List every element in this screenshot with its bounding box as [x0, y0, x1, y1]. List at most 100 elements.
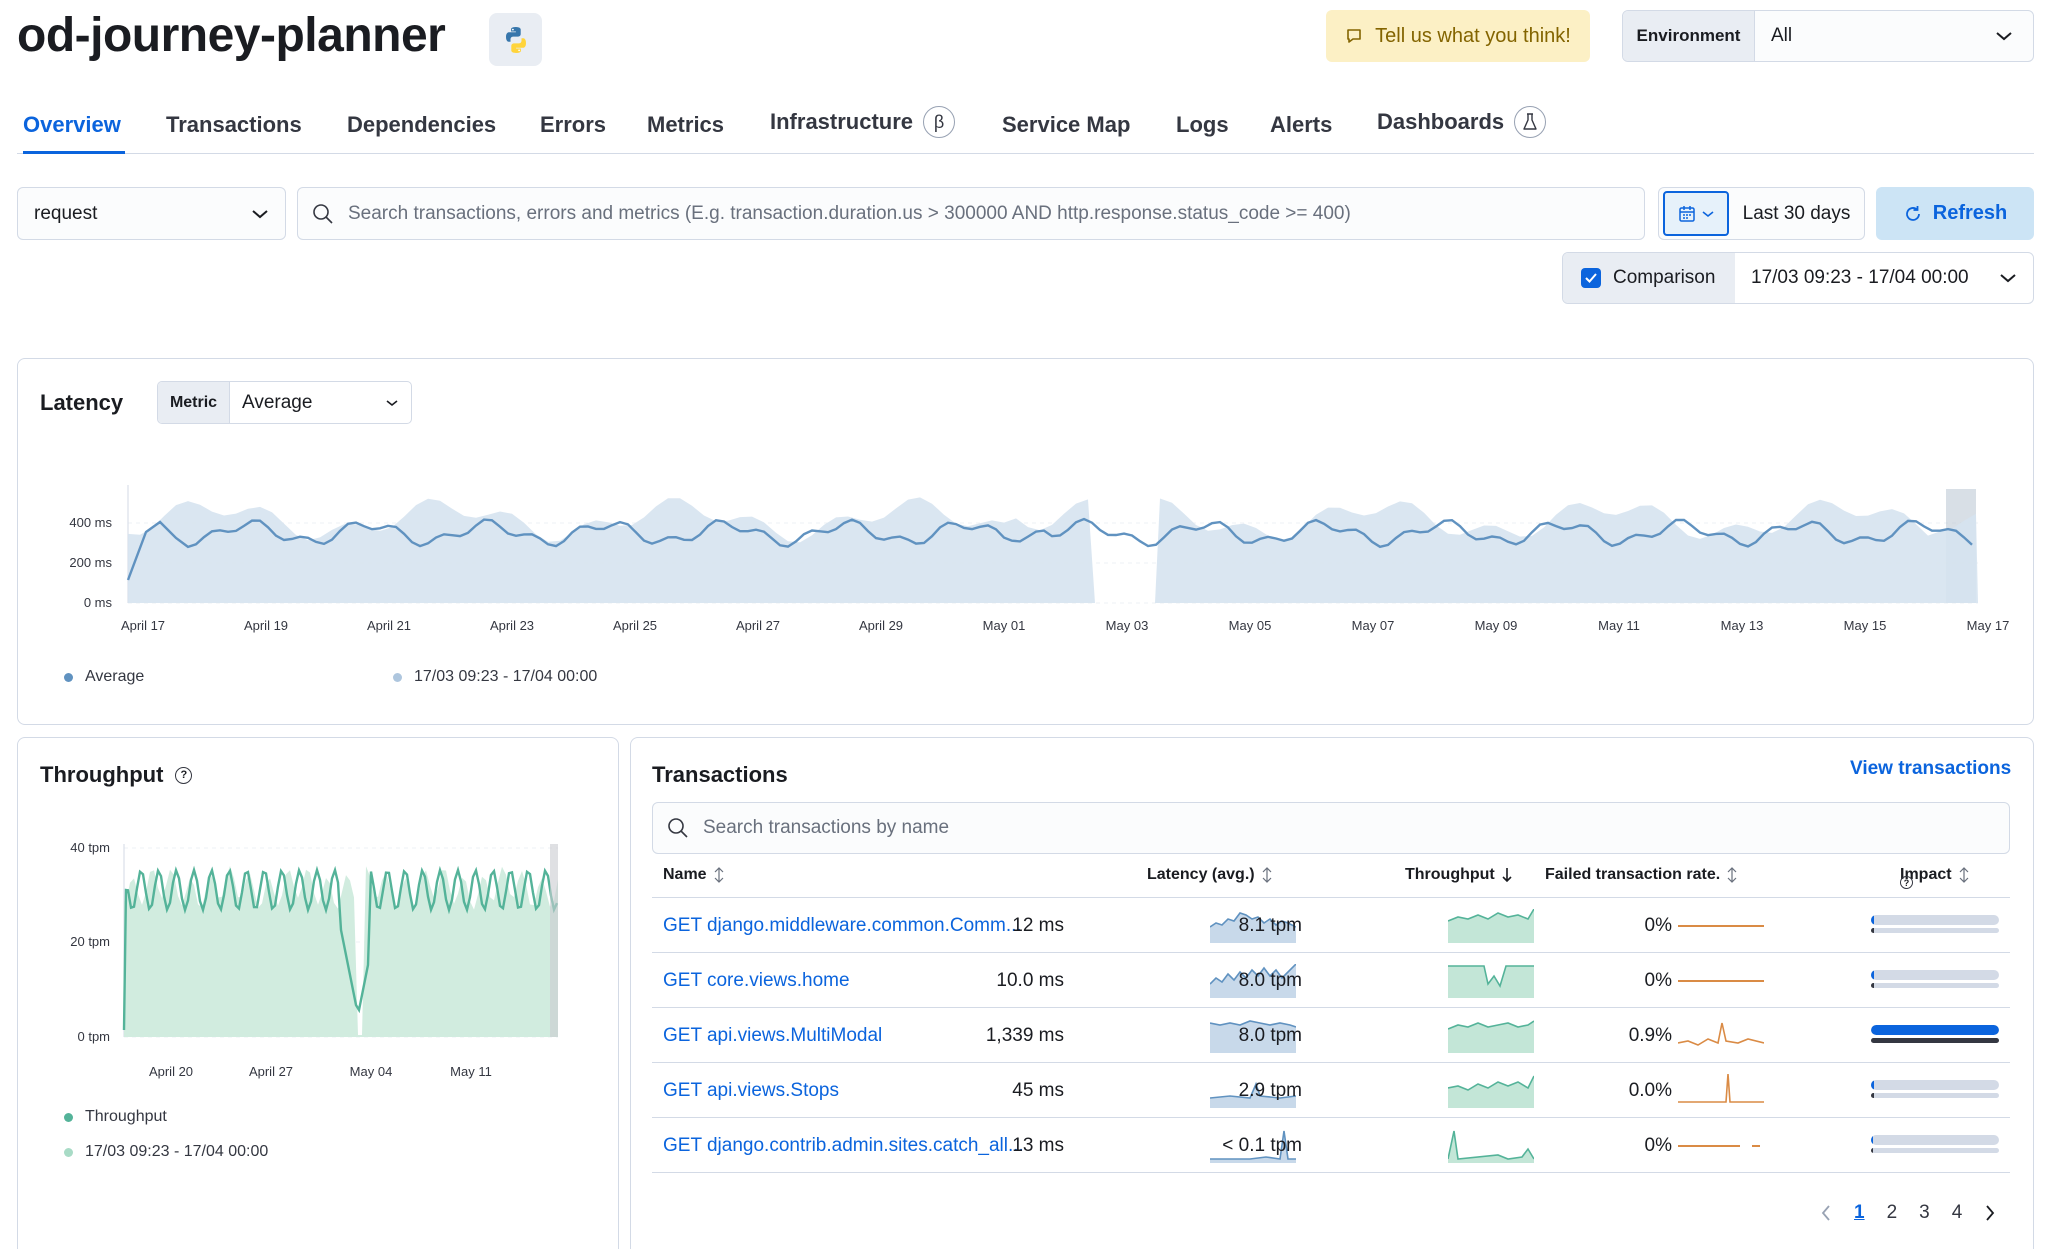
failed-rate-value: 0%	[1644, 969, 1672, 991]
tab-dependencies[interactable]: Dependencies	[347, 112, 496, 138]
comparison-checkbox[interactable]	[1581, 268, 1601, 288]
latency-y-tick: 0 ms	[84, 595, 113, 610]
tab-logs[interactable]: Logs	[1176, 112, 1229, 138]
throughput-chart[interactable]: 0 tpm 20 tpm 40 tpm April 20 April 27 May 04…	[40, 830, 600, 1080]
impact-bar	[1871, 915, 1999, 925]
table-row: GET api.views.MultiModal 1,339 ms 8.0 tpm 0…	[652, 1008, 2010, 1063]
throughput-value: 8.0 tpm	[1238, 1024, 1302, 1046]
sort-descending-icon	[1502, 868, 1512, 883]
tab-transactions[interactable]: Transactions	[166, 112, 302, 138]
tab-dashboards[interactable]: Dashboards	[1377, 106, 1547, 138]
transaction-name-link[interactable]: GET core.views.home	[663, 953, 850, 1008]
latency-x-tick: April 29	[859, 618, 903, 633]
environment-value: All	[1771, 25, 1793, 46]
throughput-x-tick: April 20	[149, 1064, 193, 1079]
feedback-button[interactable]: Tell us what you think!	[1326, 10, 1590, 62]
sort-icon	[1262, 867, 1272, 883]
latency-x-tick: April 27	[736, 618, 780, 633]
throughput-title: Throughput ?	[40, 762, 193, 788]
column-name[interactable]: Name	[663, 866, 725, 884]
page-2[interactable]: 2	[1887, 1202, 1898, 1224]
environment-select[interactable]: Environment All	[1622, 10, 2034, 62]
throughput-legend-primary[interactable]: Throughput	[64, 1108, 167, 1126]
calendar-icon	[1679, 205, 1695, 222]
date-picker[interactable]: Last 30 days	[1658, 187, 1865, 240]
throughput-legend-comparison[interactable]: 17/03 09:23 - 17/04 00:00	[64, 1143, 268, 1161]
transaction-name-link[interactable]: GET django.contrib.admin.sites.catch_all…	[663, 1118, 1024, 1173]
refresh-button[interactable]: Refresh	[1876, 187, 2034, 240]
throughput-x-tick: May 11	[450, 1064, 492, 1079]
impact-bar	[1871, 970, 1999, 980]
metric-value: Average	[242, 391, 313, 413]
chevron-down-icon	[252, 209, 268, 218]
pagination: 1 2 3 4	[1820, 1202, 1996, 1224]
help-icon[interactable]: ?	[175, 766, 193, 784]
tab-metrics[interactable]: Metrics	[647, 112, 724, 138]
throughput-x-tick: April 27	[249, 1064, 293, 1079]
flask-icon	[1514, 106, 1547, 138]
metric-label: Metric	[158, 382, 230, 423]
page-3[interactable]: 3	[1919, 1202, 1930, 1224]
latency-metric-select[interactable]: Metric Average	[157, 381, 412, 424]
kuery-search-input[interactable]: Search transactions, errors and metrics …	[297, 187, 1645, 240]
chevron-right-icon[interactable]	[1984, 1204, 1996, 1222]
throughput-y-tick: 40 tpm	[70, 840, 110, 855]
page-4[interactable]: 4	[1952, 1202, 1963, 1224]
transaction-type-select[interactable]: request	[17, 187, 286, 240]
latency-title: Latency	[40, 390, 124, 415]
tab-errors[interactable]: Errors	[540, 112, 606, 138]
column-throughput[interactable]: Throughput	[1405, 866, 1513, 884]
tab-service-map[interactable]: Service Map	[1002, 112, 1130, 138]
failed-rate-value: 0.9%	[1628, 1024, 1672, 1046]
failed-rate-sparkline	[1678, 980, 1764, 982]
page-1[interactable]: 1	[1854, 1202, 1865, 1224]
view-transactions-link[interactable]: View transactions	[1850, 758, 2011, 780]
throughput-sparkline	[1448, 1130, 1534, 1163]
latency-x-tick: May 03	[1106, 618, 1149, 633]
column-failed-rate[interactable]: Failed transaction rate.	[1545, 866, 1738, 884]
comparison-range-select[interactable]: 17/03 09:23 - 17/04 00:00	[1735, 253, 2033, 303]
transaction-name-link[interactable]: GET django.middleware.common.Comm...	[663, 898, 1022, 953]
latency-x-tick: May 05	[1229, 618, 1272, 633]
transactions-search-input[interactable]: Search transactions by name	[652, 802, 2010, 854]
transaction-name-link[interactable]: GET api.views.MultiModal	[663, 1008, 882, 1063]
quick-select-button[interactable]	[1663, 191, 1729, 236]
transactions-title: Transactions	[652, 762, 788, 787]
failed-rate-sparkline	[1678, 1145, 1760, 1147]
date-range-label[interactable]: Last 30 days	[1729, 203, 1864, 225]
tab-alerts[interactable]: Alerts	[1270, 112, 1332, 138]
tab-overview[interactable]: Overview	[23, 112, 125, 154]
impact-bar-comparison	[1871, 928, 1999, 933]
latency-legend-average[interactable]: Average	[64, 668, 144, 686]
tab-infrastructure[interactable]: Infrastructure β	[770, 106, 956, 138]
latency-value: 45 ms	[1012, 1079, 1064, 1101]
throughput-value: 2.9 tpm	[1238, 1079, 1302, 1101]
help-icon[interactable]: ?	[1900, 876, 1913, 889]
latency-x-tick: April 25	[613, 618, 657, 633]
chevron-left-icon[interactable]	[1820, 1204, 1832, 1222]
table-row: GET django.contrib.admin.sites.catch_all…	[652, 1118, 2010, 1173]
speech-bubble-icon	[1347, 29, 1361, 43]
table-row: GET api.views.Stops 45 ms 2.9 tpm 0.0%	[652, 1063, 2010, 1118]
latency-y-tick: 200 ms	[69, 555, 112, 570]
latency-y-tick: 400 ms	[69, 515, 112, 530]
column-latency[interactable]: Latency (avg.)	[1147, 866, 1273, 884]
transaction-name-link[interactable]: GET api.views.Stops	[663, 1063, 839, 1118]
latency-legend-comparison[interactable]: 17/03 09:23 - 17/04 00:00	[393, 668, 597, 686]
latency-chart[interactable]: 0 ms 200 ms 400 ms April 17 April 19 April 2…	[40, 470, 2010, 640]
comparison-toggle[interactable]: Comparison	[1563, 253, 1735, 303]
failed-rate-sparkline	[1678, 1022, 1764, 1046]
environment-label: Environment	[1623, 11, 1755, 61]
checkmark-icon	[1585, 273, 1597, 283]
impact-bar	[1871, 1080, 1999, 1090]
throughput-y-tick: 20 tpm	[70, 934, 110, 949]
latency-x-tick: April 23	[490, 618, 534, 633]
latency-value: 10.0 ms	[996, 969, 1064, 991]
throughput-sparkline	[1448, 909, 1534, 943]
throughput-x-tick: May 04	[350, 1064, 393, 1079]
transactions-search-placeholder: Search transactions by name	[703, 817, 950, 838]
column-impact[interactable]: Impact ?	[1900, 866, 1970, 889]
impact-bar	[1871, 1135, 1999, 1145]
service-title: od-journey-planner	[17, 9, 446, 62]
throughput-sparkline	[1448, 965, 1534, 998]
